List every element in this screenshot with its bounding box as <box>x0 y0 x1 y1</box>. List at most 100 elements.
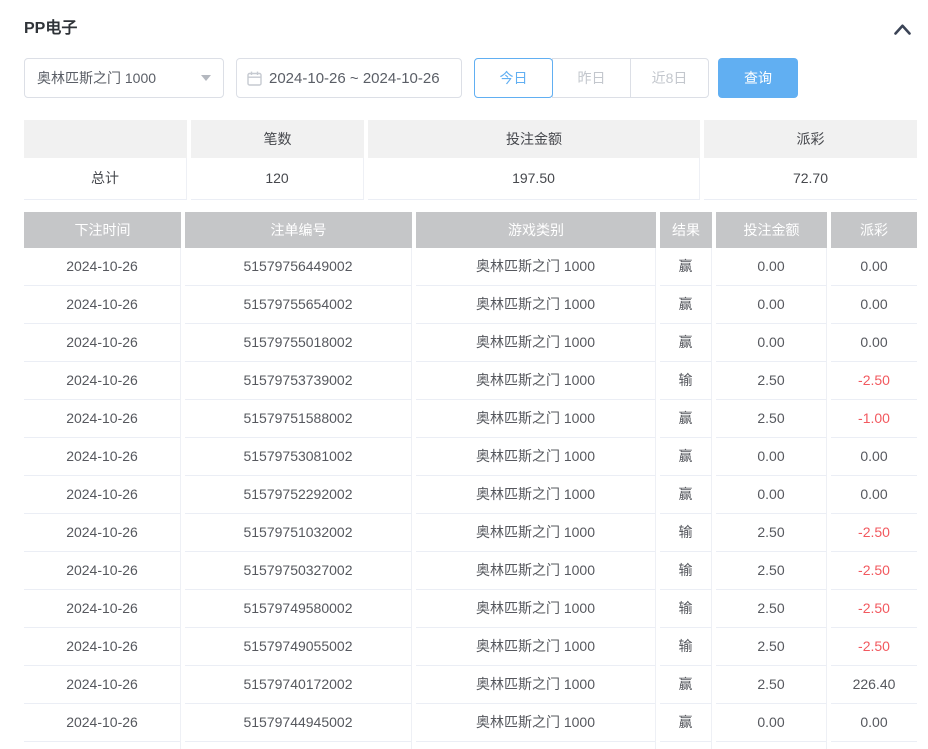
cell-result <box>660 742 712 749</box>
cell-game-type: 奥林匹斯之门 1000 <box>416 400 656 438</box>
cell-bet-time: 2024-10-26 <box>24 628 181 666</box>
cell-result: 输 <box>660 514 712 552</box>
summary-total-payout: 72.70 <box>704 158 917 200</box>
cell-order-id: 51579750327002 <box>185 552 412 590</box>
summary-header-empty <box>24 120 187 158</box>
panel-header: PP电子 <box>24 20 917 58</box>
cell-order-id: 51579753739002 <box>185 362 412 400</box>
cell-payout: 0.00 <box>831 438 917 476</box>
cell-bet-amount <box>716 742 827 749</box>
table-row: 2024-10-26 51579755654002 奥林匹斯之门 1000 赢 … <box>24 286 917 324</box>
table-row: 2024-10-26 51579752292002 奥林匹斯之门 1000 赢 … <box>24 476 917 514</box>
cell-order-id <box>185 742 412 749</box>
game-select[interactable]: 奥林匹斯之门 1000 <box>24 58 224 98</box>
records-header-row: 下注时间 注单编号 游戏类别 结果 投注金额 派彩 <box>24 212 917 248</box>
col-header-payout: 派彩 <box>831 212 917 248</box>
cell-order-id: 51579751588002 <box>185 400 412 438</box>
col-header-bet-amount: 投注金额 <box>716 212 827 248</box>
search-button[interactable]: 查询 <box>718 58 798 98</box>
col-header-result: 结果 <box>660 212 712 248</box>
cell-bet-amount: 2.50 <box>716 514 827 552</box>
cell-result: 输 <box>660 552 712 590</box>
summary-total-row: 总计 120 197.50 72.70 <box>24 158 917 200</box>
cell-result: 赢 <box>660 248 712 286</box>
page-title: PP电子 <box>24 20 78 37</box>
quick-filter-last8days[interactable]: 近8日 <box>630 58 709 98</box>
table-row: 2024-10-26 51579751588002 奥林匹斯之门 1000 赢 … <box>24 400 917 438</box>
cell-payout: -2.50 <box>831 362 917 400</box>
table-row: 2024-10-26 51579751032002 奥林匹斯之门 1000 输 … <box>24 514 917 552</box>
cell-bet-time: 2024-10-26 <box>24 400 181 438</box>
collapse-panel-button[interactable] <box>891 20 913 38</box>
summary-table: 笔数 投注金额 派彩 总计 120 197.50 72.70 <box>24 120 917 200</box>
records-table-body: 2024-10-26 51579756449002 奥林匹斯之门 1000 赢 … <box>24 248 917 742</box>
cell-game-type: 奥林匹斯之门 1000 <box>416 704 656 742</box>
cell-payout: -1.00 <box>831 400 917 438</box>
chevron-down-icon <box>201 75 211 81</box>
cell-order-id: 51579752292002 <box>185 476 412 514</box>
quick-filter-today[interactable]: 今日 <box>474 58 553 98</box>
cell-bet-amount: 2.50 <box>716 552 827 590</box>
cell-game-type: 奥林匹斯之门 1000 <box>416 552 656 590</box>
cell-payout: 0.00 <box>831 476 917 514</box>
calendar-icon <box>247 71 262 86</box>
cell-game-type: 奥林匹斯之门 1000 <box>416 666 656 704</box>
cell-order-id: 51579740172002 <box>185 666 412 704</box>
cell-order-id: 51579744945002 <box>185 704 412 742</box>
quick-filter-yesterday[interactable]: 昨日 <box>552 58 631 98</box>
cell-order-id: 51579755018002 <box>185 324 412 362</box>
summary-header-count: 笔数 <box>191 120 364 158</box>
cell-bet-amount: 0.00 <box>716 324 827 362</box>
cell-bet-time: 2024-10-26 <box>24 476 181 514</box>
table-row: 2024-10-26 51579740172002 奥林匹斯之门 1000 赢 … <box>24 666 917 704</box>
summary-total-bet-amount: 197.50 <box>368 158 700 200</box>
cell-bet-time: 2024-10-26 <box>24 590 181 628</box>
summary-total-label: 总计 <box>24 158 187 200</box>
cell-result: 赢 <box>660 324 712 362</box>
table-row: 2024-10-26 51579750327002 奥林匹斯之门 1000 输 … <box>24 552 917 590</box>
cell-bet-time: 2024-10-26 <box>24 286 181 324</box>
cell-order-id: 51579749055002 <box>185 628 412 666</box>
date-range-value: 2024-10-26 ~ 2024-10-26 <box>269 69 440 87</box>
col-header-game-type: 游戏类别 <box>416 212 656 248</box>
cell-payout: 0.00 <box>831 286 917 324</box>
chevron-up-icon <box>893 23 911 35</box>
cell-bet-time: 2024-10-26 <box>24 438 181 476</box>
cell-bet-amount: 2.50 <box>716 400 827 438</box>
table-row: 2024-10-26 51579749055002 奥林匹斯之门 1000 输 … <box>24 628 917 666</box>
cell-bet-time: 2024-10-26 <box>24 552 181 590</box>
partial-next-row <box>24 742 917 749</box>
cell-order-id: 51579755654002 <box>185 286 412 324</box>
cell-game-type: 奥林匹斯之门 1000 <box>416 590 656 628</box>
cell-bet-time: 2024-10-26 <box>24 324 181 362</box>
cell-bet-time: 2024-10-26 <box>24 666 181 704</box>
cell-bet-amount: 2.50 <box>716 666 827 704</box>
game-select-value: 奥林匹斯之门 1000 <box>37 70 157 86</box>
cell-payout: 226.40 <box>831 666 917 704</box>
cell-result: 赢 <box>660 438 712 476</box>
cell-result: 赢 <box>660 286 712 324</box>
cell-game-type: 奥林匹斯之门 1000 <box>416 476 656 514</box>
cell-result: 赢 <box>660 476 712 514</box>
cell-payout <box>831 742 917 749</box>
col-header-bet-time: 下注时间 <box>24 212 181 248</box>
cell-payout: -2.50 <box>831 514 917 552</box>
cell-order-id: 51579751032002 <box>185 514 412 552</box>
cell-game-type: 奥林匹斯之门 1000 <box>416 248 656 286</box>
cell-result: 输 <box>660 628 712 666</box>
cell-payout: 0.00 <box>831 248 917 286</box>
summary-total-count: 120 <box>191 158 364 200</box>
cell-bet-amount: 2.50 <box>716 362 827 400</box>
cell-payout: 0.00 <box>831 324 917 362</box>
cell-bet-amount: 0.00 <box>716 438 827 476</box>
cell-bet-amount: 2.50 <box>716 590 827 628</box>
cell-game-type: 奥林匹斯之门 1000 <box>416 286 656 324</box>
cell-payout: -2.50 <box>831 590 917 628</box>
cell-game-type: 奥林匹斯之门 1000 <box>416 628 656 666</box>
cell-result: 输 <box>660 362 712 400</box>
records-table: 下注时间 注单编号 游戏类别 结果 投注金额 派彩 2024-10-26 515… <box>24 212 917 749</box>
cell-game-type: 奥林匹斯之门 1000 <box>416 324 656 362</box>
table-row: 2024-10-26 51579749580002 奥林匹斯之门 1000 输 … <box>24 590 917 628</box>
date-range-picker[interactable]: 2024-10-26 ~ 2024-10-26 <box>236 58 462 98</box>
col-header-order-id: 注单编号 <box>185 212 412 248</box>
